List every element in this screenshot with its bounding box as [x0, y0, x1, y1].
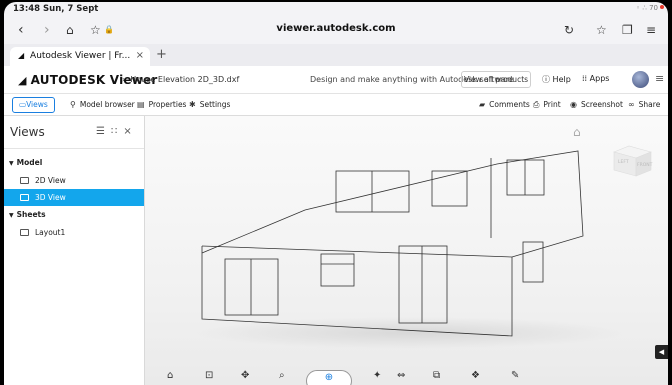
settings-label: Settings — [199, 100, 231, 109]
apps-button[interactable]: ⁞⁞ Apps — [582, 74, 609, 83]
settings-button[interactable]: ✱ Settings — [189, 100, 230, 109]
viewer-toolbar: ▭Views ⚲ Model browser ▤ Properties ✱ Setti… — [4, 94, 668, 116]
avatar[interactable] — [632, 71, 649, 88]
views-panel: Views ☰∷× ▼ Model 2D View 3D View ▼ Sheets… — [4, 116, 145, 385]
fit-view-icon[interactable]: ⊡ — [205, 370, 213, 381]
door — [224, 258, 279, 316]
share-link-icon: ∞ — [628, 100, 635, 109]
tab-strip: ◢ Autodesk Viewer | Fr... × + — [4, 44, 668, 66]
door — [398, 245, 448, 324]
pan-icon[interactable]: ✥ — [241, 370, 249, 381]
tree-icon: ⚲ — [70, 100, 76, 109]
cube-view-icon — [20, 194, 29, 201]
panel-title: Views — [10, 125, 45, 139]
comments-button[interactable]: ▰ Comments — [479, 100, 530, 109]
item-label: Layout1 — [35, 228, 66, 237]
views-label: Views — [26, 100, 48, 109]
help-label: Help — [552, 75, 571, 84]
screenshot-button[interactable]: ◉ Screenshot — [570, 100, 623, 109]
3d-viewport[interactable]: ⌂ LEFT FRONT ◀ — [145, 116, 668, 385]
group-label: Sheets — [16, 210, 46, 219]
apps-grid-icon: ⁞⁞ — [582, 74, 588, 83]
help-button[interactable]: ⓘ Help — [542, 74, 571, 85]
favorite-icon[interactable]: ☆ — [596, 21, 607, 39]
item-label: 2D View — [35, 176, 66, 185]
bottom-tool-bar: ⌂ ⊡ ✥ ⌕ ⊕ ✦ ⇔ ⧉ ❖ ✎ — [145, 367, 668, 385]
caret-down-icon: ▼ — [9, 160, 14, 167]
home-tool-icon[interactable]: ⌂ — [167, 370, 173, 381]
properties-button[interactable]: ▤ Properties — [137, 100, 186, 109]
share-button[interactable]: ∞ Share — [628, 100, 660, 109]
comments-label: Comments — [489, 100, 530, 109]
views-button[interactable]: ▭Views — [12, 97, 55, 113]
status-time: 13:48 Sun, 7 Sept — [13, 4, 99, 14]
group-label: Model — [16, 158, 43, 167]
apps-label: Apps — [589, 74, 610, 83]
tab-title: Autodesk Viewer | Fr... — [30, 51, 131, 61]
feedback-icon: ◀ — [658, 348, 665, 356]
markup-pen-icon[interactable]: ✎ — [511, 370, 519, 381]
tree-item-2d-view[interactable]: 2D View — [4, 172, 144, 189]
model-browser-label: Model browser — [79, 100, 135, 109]
reload-icon[interactable]: ↻ — [564, 21, 574, 39]
camera-icon: ◉ — [570, 100, 577, 109]
orbit-tool[interactable]: ⊕ — [306, 370, 352, 385]
help-icon: ⓘ — [542, 75, 550, 84]
breadcrumb: › House Elevation 2D_3D.dxf — [122, 75, 240, 84]
window — [431, 170, 468, 207]
section-icon[interactable]: ⧉ — [433, 370, 440, 381]
browser-frame: 13:48 Sun, 7 Sept ◦ ∴ 70 ‹ › ⌂ ☆ 🔒 viewe… — [4, 2, 668, 385]
zoom-icon[interactable]: ⌕ — [279, 370, 285, 381]
item-label: 3D View — [35, 193, 66, 202]
tabs-icon[interactable]: ❐ — [622, 21, 633, 39]
tab-close-icon[interactable]: × — [136, 50, 144, 61]
screenshot-label: Screenshot — [580, 100, 623, 109]
hamburger-menu-icon[interactable]: ≡ — [655, 72, 664, 85]
tree-item-layout1[interactable]: Layout1 — [4, 224, 144, 241]
list-view-icon[interactable]: ☰ — [96, 126, 111, 137]
share-label: Share — [638, 100, 661, 109]
app-header: ◢ AUTODESK Viewer › House Elevation 2D_3D… — [4, 66, 668, 94]
autodesk-favicon-icon: ◢ — [18, 51, 25, 60]
breadcrumb-file: House Elevation 2D_3D.dxf — [130, 75, 240, 84]
status-bar: 13:48 Sun, 7 Sept ◦ ∴ 70 — [4, 2, 668, 16]
properties-label: Properties — [148, 100, 187, 109]
orbit-icon: ⊕ — [324, 372, 334, 383]
printer-icon: ⎙ — [533, 100, 540, 109]
notification-dot — [660, 5, 664, 9]
measure-icon[interactable]: ⇔ — [397, 370, 405, 381]
grid-view-icon[interactable]: ∷ — [111, 126, 123, 137]
explode-icon[interactable]: ❖ — [471, 370, 480, 381]
house-elevation-model — [195, 150, 625, 349]
window — [506, 159, 545, 196]
tree-group-model[interactable]: ▼ Model — [4, 154, 144, 171]
panel-close-icon[interactable]: × — [123, 126, 137, 137]
model-browser-button[interactable]: ⚲ Model browser — [70, 100, 135, 109]
caret-down-icon: ▼ — [9, 212, 14, 219]
browser-menu-icon[interactable]: ≡ — [646, 21, 656, 39]
panel-tools: ☰∷× — [96, 126, 138, 137]
print-label: Print — [543, 100, 561, 109]
window — [522, 241, 544, 283]
window — [320, 253, 355, 287]
tree-group-sheets[interactable]: ▼ Sheets — [4, 206, 144, 223]
gear-icon: ✱ — [189, 100, 196, 109]
window — [335, 170, 410, 213]
properties-icon: ▤ — [137, 100, 145, 109]
status-icons: ◦ ∴ 70 — [636, 4, 658, 12]
view-icon — [20, 177, 29, 184]
comment-icon: ▰ — [479, 100, 486, 109]
view-icon — [20, 229, 29, 236]
autodesk-mark-icon: ◢ — [18, 74, 27, 87]
print-button[interactable]: ⎙ Print — [533, 100, 561, 110]
browser-url-row: ‹ › ⌂ ☆ 🔒 viewer.autodesk.com ↻ ☆ ❐ ≡ — [4, 16, 668, 44]
roof-outline — [201, 150, 584, 258]
panel-divider — [4, 148, 144, 149]
browser-tab[interactable]: ◢ Autodesk Viewer | Fr... × — [10, 47, 150, 66]
walk-icon[interactable]: ✦ — [373, 370, 381, 381]
feedback-button[interactable]: ◀ — [655, 345, 668, 359]
view-products-button[interactable]: View all products — [461, 71, 531, 88]
tree-item-3d-view[interactable]: 3D View — [4, 189, 144, 206]
new-tab-button[interactable]: + — [156, 47, 167, 62]
